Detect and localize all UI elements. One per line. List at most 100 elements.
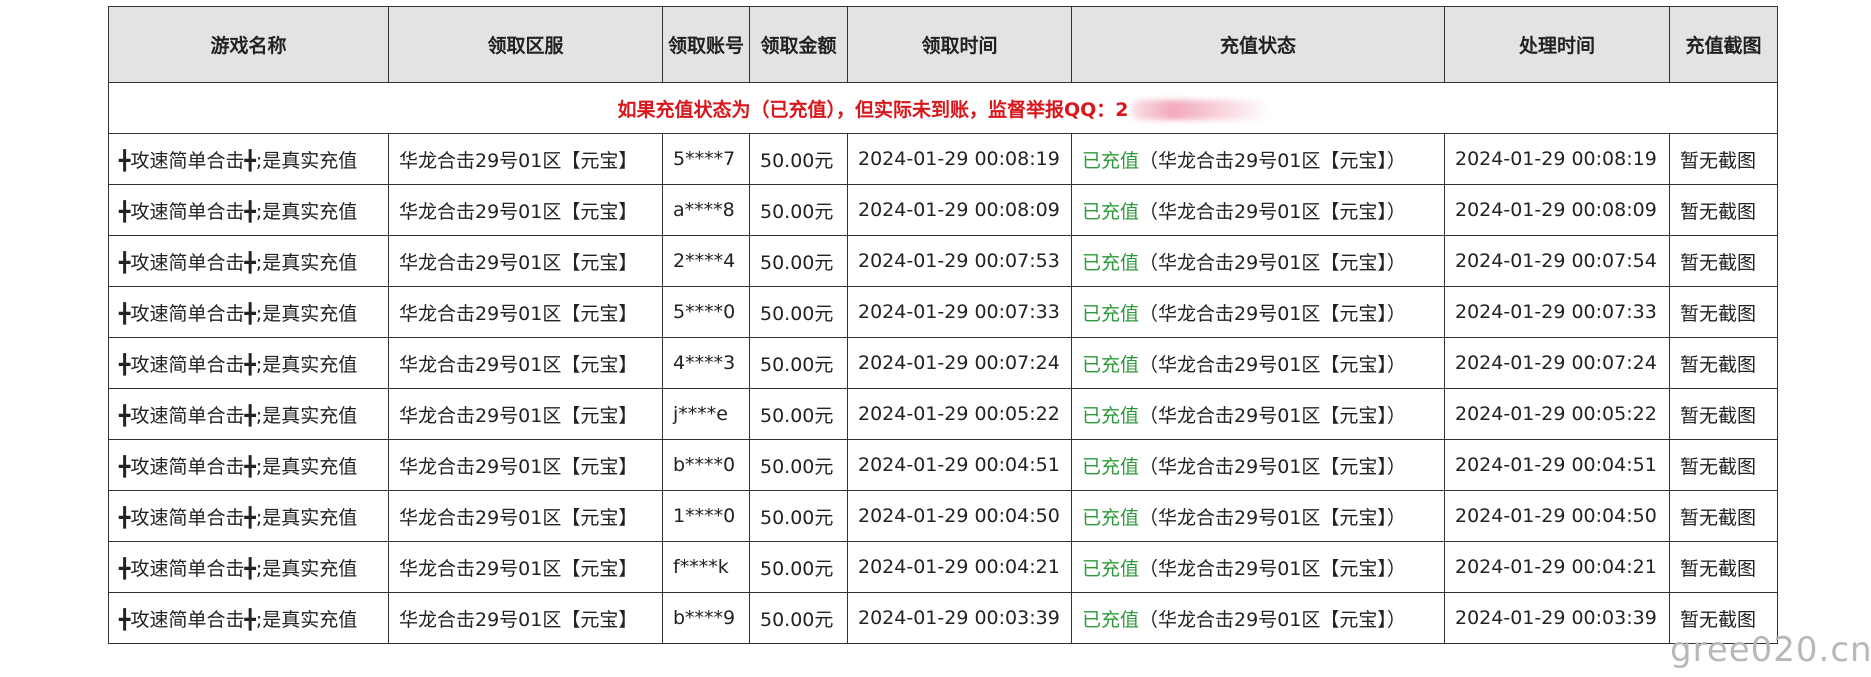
- cell-claim-time: 2024-01-29 00:05:22: [847, 388, 1072, 440]
- cell-amount: 50.00元: [749, 592, 848, 644]
- status-detail: （华龙合击29号01区【元宝】）: [1139, 608, 1406, 631]
- cell-recharge-status: 已充值（华龙合击29号01区【元宝】）: [1071, 439, 1445, 491]
- cell-claim-time: 2024-01-29 00:08:09: [847, 184, 1072, 236]
- blurred-qq-mask: [1130, 100, 1269, 120]
- status-detail: （华龙合击29号01区【元宝】）: [1139, 251, 1406, 274]
- header-claim-time: 领取时间: [847, 6, 1072, 83]
- cell-screenshot: 暂无截图: [1669, 337, 1778, 389]
- status-label: 已充值: [1082, 557, 1140, 580]
- cell-account: 2****4: [662, 235, 750, 287]
- cell-recharge-status: 已充值（华龙合击29号01区【元宝】）: [1071, 337, 1445, 389]
- cell-amount: 50.00元: [749, 388, 848, 440]
- cell-game-name: ╋攻速简单合击╋;是真实充值: [108, 133, 389, 185]
- header-screenshot: 充值截图: [1669, 6, 1778, 83]
- cell-amount: 50.00元: [749, 133, 848, 185]
- cell-server: 华龙合击29号01区【元宝】: [388, 592, 663, 644]
- cell-recharge-status: 已充值（华龙合击29号01区【元宝】）: [1071, 490, 1445, 542]
- report-notice-text: 如果充值状态为（已充值），但实际未到账，监督举报QQ：: [617, 98, 1116, 121]
- table-row: ╋攻速简单合击╋;是真实充值 华龙合击29号01区【元宝】 j****e 50.00元…: [108, 388, 1778, 440]
- cell-amount: 50.00元: [749, 490, 848, 542]
- cell-screenshot: 暂无截图: [1669, 184, 1778, 236]
- cell-server: 华龙合击29号01区【元宝】: [388, 286, 663, 338]
- cell-process-time: 2024-01-29 00:07:33: [1444, 286, 1670, 338]
- cell-recharge-status: 已充值（华龙合击29号01区【元宝】）: [1071, 133, 1445, 185]
- cell-recharge-status: 已充值（华龙合击29号01区【元宝】）: [1071, 184, 1445, 236]
- header-amount: 领取金额: [749, 6, 848, 83]
- cell-server: 华龙合击29号01区【元宝】: [388, 235, 663, 287]
- status-detail: （华龙合击29号01区【元宝】）: [1139, 302, 1406, 325]
- status-detail: （华龙合击29号01区【元宝】）: [1139, 200, 1406, 223]
- cell-process-time: 2024-01-29 00:03:39: [1444, 592, 1670, 644]
- cell-server: 华龙合击29号01区【元宝】: [388, 439, 663, 491]
- status-detail: （华龙合击29号01区【元宝】）: [1139, 353, 1406, 376]
- status-label: 已充值: [1082, 149, 1140, 172]
- cell-process-time: 2024-01-29 00:05:22: [1444, 388, 1670, 440]
- header-process-time: 处理时间: [1444, 6, 1670, 83]
- cell-server: 华龙合击29号01区【元宝】: [388, 388, 663, 440]
- cell-account: 1****0: [662, 490, 750, 542]
- cell-game-name: ╋攻速简单合击╋;是真实充值: [108, 184, 389, 236]
- cell-process-time: 2024-01-29 00:07:24: [1444, 337, 1670, 389]
- cell-screenshot: 暂无截图: [1669, 286, 1778, 338]
- cell-amount: 50.00元: [749, 439, 848, 491]
- status-label: 已充值: [1082, 506, 1140, 529]
- cell-claim-time: 2024-01-29 00:03:39: [847, 592, 1072, 644]
- cell-screenshot: 暂无截图: [1669, 541, 1778, 593]
- cell-account: 5****0: [662, 286, 750, 338]
- cell-amount: 50.00元: [749, 286, 848, 338]
- table-row: ╋攻速简单合击╋;是真实充值 华龙合击29号01区【元宝】 b****0 50.00元…: [108, 439, 1778, 491]
- cell-process-time: 2024-01-29 00:08:09: [1444, 184, 1670, 236]
- recharge-records-container: 游戏名称 领取区服 领取账号 领取金额 领取时间 充值状态 处理时间 充值截图 …: [108, 6, 1778, 644]
- cell-server: 华龙合击29号01区【元宝】: [388, 337, 663, 389]
- cell-amount: 50.00元: [749, 235, 848, 287]
- cell-process-time: 2024-01-29 00:04:51: [1444, 439, 1670, 491]
- cell-account: b****9: [662, 592, 750, 644]
- status-label: 已充值: [1082, 608, 1140, 631]
- cell-game-name: ╋攻速简单合击╋;是真实充值: [108, 439, 389, 491]
- cell-recharge-status: 已充值（华龙合击29号01区【元宝】）: [1071, 286, 1445, 338]
- status-label: 已充值: [1082, 251, 1140, 274]
- cell-account: 5****7: [662, 133, 750, 185]
- report-notice: 如果充值状态为（已充值），但实际未到账，监督举报QQ：2: [108, 82, 1778, 134]
- cell-process-time: 2024-01-29 00:04:50: [1444, 490, 1670, 542]
- cell-account: b****0: [662, 439, 750, 491]
- cell-claim-time: 2024-01-29 00:07:33: [847, 286, 1072, 338]
- status-label: 已充值: [1082, 404, 1140, 427]
- cell-claim-time: 2024-01-29 00:04:51: [847, 439, 1072, 491]
- cell-game-name: ╋攻速简单合击╋;是真实充值: [108, 592, 389, 644]
- cell-screenshot: 暂无截图: [1669, 439, 1778, 491]
- status-detail: （华龙合击29号01区【元宝】）: [1139, 557, 1406, 580]
- header-account: 领取账号: [662, 6, 750, 83]
- cell-game-name: ╋攻速简单合击╋;是真实充值: [108, 337, 389, 389]
- table-row: ╋攻速简单合击╋;是真实充值 华龙合击29号01区【元宝】 2****4 50.00元…: [108, 235, 1778, 287]
- cell-game-name: ╋攻速简单合击╋;是真实充值: [108, 490, 389, 542]
- cell-claim-time: 2024-01-29 00:08:19: [847, 133, 1072, 185]
- table-row: ╋攻速简单合击╋;是真实充值 华龙合击29号01区【元宝】 4****3 50.00元…: [108, 337, 1778, 389]
- status-label: 已充值: [1082, 302, 1140, 325]
- notice-row: 如果充值状态为（已充值），但实际未到账，监督举报QQ：2: [108, 82, 1778, 134]
- cell-amount: 50.00元: [749, 541, 848, 593]
- cell-game-name: ╋攻速简单合击╋;是真实充值: [108, 235, 389, 287]
- cell-screenshot: 暂无截图: [1669, 235, 1778, 287]
- status-detail: （华龙合击29号01区【元宝】）: [1139, 455, 1406, 478]
- cell-server: 华龙合击29号01区【元宝】: [388, 490, 663, 542]
- table-row: ╋攻速简单合击╋;是真实充值 华龙合击29号01区【元宝】 b****9 50.00元…: [108, 592, 1778, 644]
- cell-process-time: 2024-01-29 00:08:19: [1444, 133, 1670, 185]
- cell-game-name: ╋攻速简单合击╋;是真实充值: [108, 286, 389, 338]
- table-row: ╋攻速简单合击╋;是真实充值 华龙合击29号01区【元宝】 f****k 50.00元…: [108, 541, 1778, 593]
- cell-screenshot: 暂无截图: [1669, 490, 1778, 542]
- cell-amount: 50.00元: [749, 337, 848, 389]
- header-game-name: 游戏名称: [108, 6, 389, 83]
- cell-recharge-status: 已充值（华龙合击29号01区【元宝】）: [1071, 592, 1445, 644]
- cell-recharge-status: 已充值（华龙合击29号01区【元宝】）: [1071, 541, 1445, 593]
- cell-game-name: ╋攻速简单合击╋;是真实充值: [108, 541, 389, 593]
- table-row: ╋攻速简单合击╋;是真实充值 华龙合击29号01区【元宝】 1****0 50.00元…: [108, 490, 1778, 542]
- cell-server: 华龙合击29号01区【元宝】: [388, 541, 663, 593]
- cell-server: 华龙合击29号01区【元宝】: [388, 133, 663, 185]
- table-row: ╋攻速简单合击╋;是真实充值 华龙合击29号01区【元宝】 5****7 50.00元…: [108, 133, 1778, 185]
- table-body: 如果充值状态为（已充值），但实际未到账，监督举报QQ：2 ╋攻速简单合击╋;是真…: [108, 82, 1778, 644]
- status-label: 已充值: [1082, 200, 1140, 223]
- header-recharge-status: 充值状态: [1071, 6, 1445, 83]
- cell-process-time: 2024-01-29 00:07:54: [1444, 235, 1670, 287]
- cell-account: 4****3: [662, 337, 750, 389]
